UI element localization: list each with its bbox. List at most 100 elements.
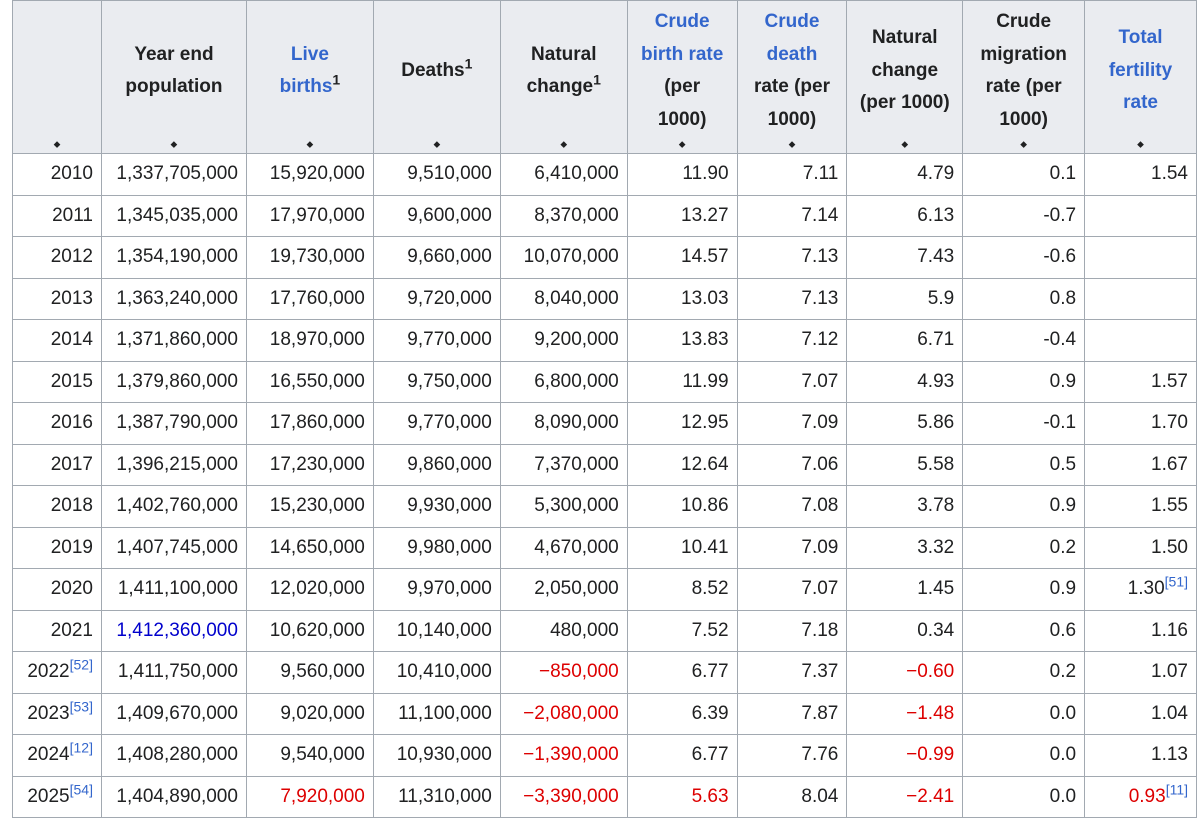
cell-value: 0.9	[1049, 495, 1077, 517]
cell-natural-change: 480,000	[499, 609, 628, 652]
cell-value: 6,800,000	[534, 370, 619, 392]
cell-value: -0.7	[1043, 204, 1077, 226]
cell-value: 11.90	[682, 163, 729, 185]
cell-value: 7,920,000	[280, 785, 365, 807]
cell-crude-death-rate: 7.09	[736, 402, 848, 445]
cell-value: 1,345,035,000	[116, 204, 238, 226]
citation-link[interactable]: [54]	[70, 781, 93, 797]
citation-link[interactable]: [52]	[70, 657, 93, 673]
cell-deaths: 9,750,000	[372, 360, 501, 403]
sort-icon[interactable]: ⬥	[247, 139, 373, 149]
header-line[interactable]: Crude	[765, 11, 820, 32]
header-crude-migration-rate[interactable]: Crude migration rate (per 1000) ⬥	[962, 0, 1086, 154]
cell-crude-migration-rate: 0.9	[962, 485, 1086, 528]
cell-value: 6.71	[917, 329, 955, 351]
header-line[interactable]: Crude	[655, 11, 710, 32]
header-line[interactable]: fertility	[1109, 60, 1172, 81]
cell-value: -0.1	[1043, 412, 1077, 434]
cell-value: 7.08	[801, 495, 839, 517]
cell-value: 14.57	[681, 246, 729, 268]
cell-value: 17,760,000	[269, 287, 365, 309]
cell-crude-birth-rate: 10.86	[626, 485, 738, 528]
cell-value: 12,020,000	[269, 578, 365, 600]
cell-value: −2.41	[906, 785, 955, 807]
cell-value: 0.0	[1049, 785, 1077, 807]
cell-value: 1.04	[1151, 702, 1188, 724]
header-natural-change[interactable]: Natural change1 ⬥	[499, 0, 628, 154]
citation-link[interactable]: [11]	[1166, 781, 1188, 797]
sort-icon[interactable]: ⬥	[847, 139, 962, 149]
header-label: Natural change (per 1000)	[851, 22, 958, 132]
header-year-end-population[interactable]: Year end population ⬥	[100, 0, 247, 154]
header-year[interactable]: ⬥	[12, 0, 102, 154]
cell-year-end-population: 1,371,860,000	[100, 319, 247, 362]
header-line: change	[871, 59, 939, 81]
cell-value: 0.1	[1049, 163, 1077, 185]
cell-value: 10,930,000	[396, 744, 492, 766]
header-total-fertility-rate[interactable]: Total fertility rate ⬥	[1084, 0, 1197, 154]
cell-year: 2025[54]	[12, 775, 102, 818]
header-crude-death-rate[interactable]: Crude death rate (per 1000) ⬥	[736, 0, 848, 154]
cell-value: 9,860,000	[407, 453, 492, 475]
cell-value: 480,000	[550, 619, 619, 641]
header-live-births[interactable]: Live births1 ⬥	[245, 0, 374, 154]
sort-icon[interactable]: ⬥	[102, 139, 246, 149]
cell-live-births: 18,970,000	[245, 319, 374, 362]
table-row: 2021 1,412,360,000 10,620,000 10,140,000 480…	[12, 609, 1197, 652]
cell-value: 13.27	[681, 204, 729, 226]
header-deaths[interactable]: Deaths1 ⬥	[372, 0, 501, 154]
table-row: 2015 1,379,860,000 16,550,000 9,750,000 6,80…	[12, 360, 1197, 403]
cell-year: 2020	[12, 568, 102, 611]
header-line[interactable]: rate	[1123, 92, 1158, 113]
cell-crude-death-rate: 7.07	[736, 360, 848, 403]
citation-link[interactable]: [53]	[70, 698, 93, 714]
header-line: rate (per	[985, 76, 1062, 97]
cell-value: 8.04	[801, 785, 839, 807]
sort-icon[interactable]: ⬥	[501, 139, 627, 149]
header-crude-birth-rate[interactable]: Crude birth rate (per 1000) ⬥	[626, 0, 738, 154]
cell-value: 1.50	[1151, 536, 1188, 558]
cell-value: 6.39	[691, 702, 729, 724]
cell-natural-change: 8,370,000	[499, 194, 628, 237]
table-row: 2025[54] 1,404,890,000 7,920,000 11,310,000…	[12, 775, 1197, 818]
header-natural-change-per-1000[interactable]: Natural change (per 1000) ⬥	[846, 0, 964, 154]
cell-live-births: 19,730,000	[245, 236, 374, 279]
cell-value[interactable]: 1,412,360,000	[116, 620, 238, 641]
cell-value: 7.87	[801, 702, 839, 724]
header-line[interactable]: death	[767, 44, 818, 65]
cell-value: 2022	[27, 661, 70, 683]
cell-crude-birth-rate: 7.52	[626, 609, 738, 652]
cell-live-births: 17,760,000	[245, 277, 374, 320]
sort-icon[interactable]: ⬥	[1085, 139, 1196, 149]
sort-icon[interactable]: ⬥	[963, 139, 1084, 149]
cell-natural-change-per-1000: 3.78	[846, 485, 964, 528]
cell-natural-change: 4,670,000	[499, 526, 628, 569]
header-line[interactable]: birth rate	[641, 44, 723, 65]
cell-value: 12.95	[681, 412, 729, 434]
cell-value: −0.99	[906, 744, 955, 766]
cell-natural-change-per-1000: 7.43	[846, 236, 964, 279]
sort-icon[interactable]: ⬥	[738, 139, 847, 149]
cell-crude-migration-rate: 0.2	[962, 651, 1086, 694]
table-row: 2012 1,354,190,000 19,730,000 9,660,000 10,0…	[12, 236, 1197, 279]
cell-value: 9,720,000	[407, 287, 492, 309]
citation-link[interactable]: [12]	[70, 740, 93, 756]
cell-crude-birth-rate: 8.52	[626, 568, 738, 611]
cell-year: 2018	[12, 485, 102, 528]
cell-value: 6.13	[917, 204, 955, 226]
cell-value: 8,040,000	[534, 287, 619, 309]
header-line[interactable]: Total	[1119, 27, 1163, 48]
header-line[interactable]: births	[280, 76, 333, 97]
cell-value: 7.13	[801, 246, 839, 268]
cell-value: 1,387,790,000	[116, 412, 238, 434]
sort-icon[interactable]: ⬥	[13, 139, 101, 149]
sort-icon[interactable]: ⬥	[374, 139, 500, 149]
cell-total-fertility-rate: 1.16	[1084, 609, 1197, 652]
cell-value: 1.70	[1151, 412, 1188, 434]
citation-link[interactable]: [51]	[1165, 574, 1188, 590]
sort-icon[interactable]: ⬥	[628, 139, 737, 149]
header-line[interactable]: Live	[291, 44, 329, 65]
cell-natural-change-per-1000: 5.58	[846, 443, 964, 486]
cell-crude-birth-rate: 13.27	[626, 194, 738, 237]
cell-crude-migration-rate: -0.7	[962, 194, 1086, 237]
